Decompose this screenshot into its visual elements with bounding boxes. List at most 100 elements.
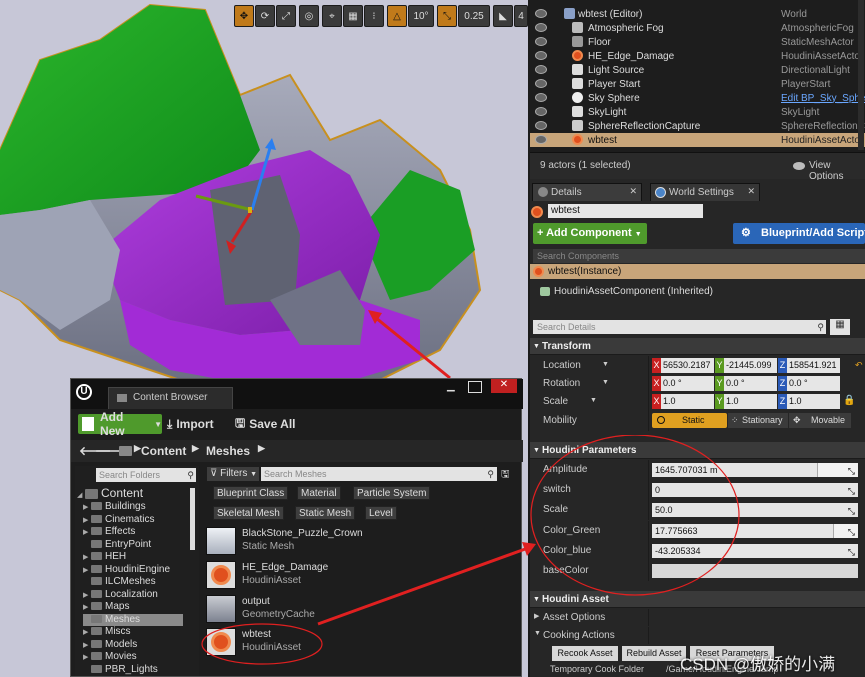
- transform-section[interactable]: ▼ Transform: [530, 338, 865, 355]
- folder-tree-item[interactable]: ILCMeshes: [83, 576, 156, 588]
- scale-label[interactable]: Scale: [543, 396, 568, 407]
- add-new-button[interactable]: Add New ▼: [78, 410, 162, 438]
- folder-tree-item[interactable]: ▶ HoudiniEngine: [83, 564, 170, 576]
- filter-chip-level[interactable]: Level: [365, 506, 397, 520]
- content-browser-tab[interactable]: Content Browser: [108, 387, 233, 409]
- view-options-button[interactable]: View Options: [809, 160, 865, 182]
- mobility-movable[interactable]: ✥ Movable: [789, 413, 851, 428]
- expand-arrow-icon[interactable]: ▶: [83, 553, 91, 561]
- filters-dropdown[interactable]: ⊽ Filters ▼: [207, 467, 259, 481]
- world-local-icon[interactable]: ◎: [299, 5, 319, 27]
- rotate-mode-icon[interactable]: ⟳: [255, 5, 275, 27]
- blueprint-add-script-button[interactable]: ⚙ Blueprint/Add Script: [733, 223, 865, 244]
- save-all-button[interactable]: 🖫 Save All: [235, 415, 295, 433]
- tree-scrollbar[interactable]: [190, 488, 195, 550]
- location-z[interactable]: Z 158541.921: [778, 358, 840, 373]
- breadcrumb-meshes[interactable]: Meshes: [206, 444, 250, 458]
- folder-tree-item[interactable]: ▶ Cinematics: [83, 514, 154, 526]
- recook-asset-button[interactable]: Recook Asset: [552, 646, 618, 661]
- folder-tree-item[interactable]: ◢ Content: [77, 486, 143, 500]
- camera-speed-icon[interactable]: ◣: [493, 5, 513, 27]
- tab-world-settings[interactable]: World Settings ✕: [650, 183, 760, 201]
- grid-snap-value[interactable]: ⁝: [364, 5, 384, 27]
- outliner-row[interactable]: Player Start PlayerStart: [530, 77, 865, 91]
- rebuild-asset-button[interactable]: Rebuild Asset: [622, 646, 686, 661]
- visibility-eye-icon[interactable]: [535, 79, 547, 88]
- close-icon[interactable]: ✕: [491, 379, 517, 393]
- rotation-x[interactable]: X 0.0 °: [652, 376, 714, 391]
- expand-arrow-icon[interactable]: ▶: [83, 641, 91, 649]
- visibility-eye-icon[interactable]: [535, 93, 547, 102]
- component-instance-row[interactable]: wbtest(Instance): [530, 264, 865, 279]
- expand-field-icon[interactable]: ⤡: [848, 484, 855, 498]
- expand-field-icon[interactable]: ⤡: [848, 504, 855, 518]
- lock-icon[interactable]: 🔒: [843, 395, 855, 406]
- import-button[interactable]: ⤓ Import: [167, 415, 214, 433]
- mobility-stationary[interactable]: ⁘ Stationary: [728, 413, 788, 428]
- close-tab-icon[interactable]: ✕: [747, 186, 755, 197]
- outliner-row[interactable]: HE_Edge_Damage HoudiniAssetActor: [530, 49, 865, 63]
- minimize-icon[interactable]: ▁: [447, 381, 461, 393]
- folder-tree-item[interactable]: ▶ Effects: [83, 526, 135, 538]
- search-folders-field[interactable]: Search Folders ⚲: [96, 468, 196, 482]
- scale-z[interactable]: Z 1.0: [778, 394, 840, 409]
- outliner-row[interactable]: wbtest (Editor) World: [530, 7, 865, 21]
- outliner-row[interactable]: Light Source DirectionalLight: [530, 63, 865, 77]
- expand-field-icon[interactable]: ⤡: [848, 464, 855, 478]
- folder-tree-item[interactable]: ▶ Models: [83, 639, 137, 651]
- search-meshes-field[interactable]: Search Meshes ⚲: [261, 467, 497, 481]
- cooking-actions-row[interactable]: ▼ Cooking Actions: [530, 627, 865, 644]
- expand-arrow-icon[interactable]: ▶: [83, 516, 91, 524]
- visibility-eye-icon[interactable]: [535, 121, 547, 130]
- camera-speed-value[interactable]: 4: [514, 5, 528, 27]
- inherited-component-row[interactable]: HoudiniAssetComponent (Inherited): [530, 284, 865, 299]
- expand-arrow-icon[interactable]: ▶: [83, 503, 91, 511]
- visibility-eye-icon[interactable]: [535, 135, 547, 144]
- outliner-scrollbar[interactable]: [858, 0, 864, 150]
- close-tab-icon[interactable]: ✕: [629, 186, 637, 197]
- search-details-field[interactable]: Search Details ⚲: [533, 320, 826, 334]
- rotation-y[interactable]: Y 0.0 °: [715, 376, 777, 391]
- outliner-row[interactable]: SphereReflectionCapture SphereReflectionC…: [530, 119, 865, 133]
- outliner-row[interactable]: Floor StaticMeshActor: [530, 35, 865, 49]
- visibility-eye-icon[interactable]: [535, 51, 547, 60]
- visibility-eye-icon[interactable]: [535, 65, 547, 74]
- outliner-row[interactable]: Atmospheric Fog AtmosphericFog: [530, 21, 865, 35]
- surface-snap-icon[interactable]: ⌖: [322, 5, 342, 27]
- actor-name-field[interactable]: wbtest: [548, 204, 703, 218]
- search-components-field[interactable]: Search Components: [533, 249, 865, 263]
- folder-tree-item[interactable]: EntryPoint: [83, 539, 151, 551]
- visibility-eye-icon[interactable]: [535, 37, 547, 46]
- folder-tree-item[interactable]: ▶ Movies: [83, 651, 137, 663]
- folder-tree-item[interactable]: PBR_Lights: [83, 664, 158, 676]
- scale-x[interactable]: X 1.0: [652, 394, 714, 409]
- scale-mode-icon[interactable]: ⤢: [276, 5, 296, 27]
- location-x[interactable]: X 56530.2187: [652, 358, 714, 373]
- outliner-row[interactable]: Sky Sphere Edit BP_Sky_Sphere: [530, 91, 865, 105]
- translate-mode-icon[interactable]: ✥: [234, 5, 254, 27]
- maximize-icon[interactable]: [468, 381, 482, 393]
- expand-arrow-icon[interactable]: ▶: [83, 566, 91, 574]
- reset-arrow-icon[interactable]: ↶: [855, 360, 863, 371]
- location-label[interactable]: Location: [543, 360, 581, 371]
- filter-chip-skeletal-mesh[interactable]: Skeletal Mesh: [213, 506, 284, 520]
- expand-field-icon[interactable]: ⤡: [848, 545, 855, 559]
- tab-details[interactable]: Details ✕: [532, 183, 642, 201]
- visibility-eye-icon[interactable]: [535, 107, 547, 116]
- scale-snap-icon[interactable]: ⤡: [437, 5, 457, 27]
- expand-arrow-icon[interactable]: ▶: [83, 603, 91, 611]
- folder-tree-item[interactable]: Meshes: [83, 613, 183, 626]
- expanded-arrow-icon[interactable]: ◢: [77, 491, 85, 499]
- breadcrumb-content[interactable]: Content: [141, 444, 186, 458]
- rotation-snap-icon[interactable]: △: [387, 5, 407, 27]
- grid-snap-icon[interactable]: ▦: [343, 5, 363, 27]
- folder-tree-item[interactable]: ▶ Localization: [83, 589, 158, 601]
- asset-item-blackstone[interactable]: BlackStone_Puzzle_Crown Static Mesh: [206, 526, 446, 556]
- outliner-type[interactable]: Edit BP_Sky_Sphere: [781, 93, 865, 104]
- folder-tree-item[interactable]: ▶ HEH: [83, 551, 126, 563]
- filter-chip-material[interactable]: Material: [297, 486, 341, 500]
- scale-snap-value[interactable]: 0.25: [458, 5, 490, 27]
- folder-tree-item[interactable]: ▶ Maps: [83, 601, 129, 613]
- property-matrix-icon[interactable]: ▦: [830, 319, 850, 335]
- folder-tree-item[interactable]: ▶ Buildings: [83, 501, 146, 513]
